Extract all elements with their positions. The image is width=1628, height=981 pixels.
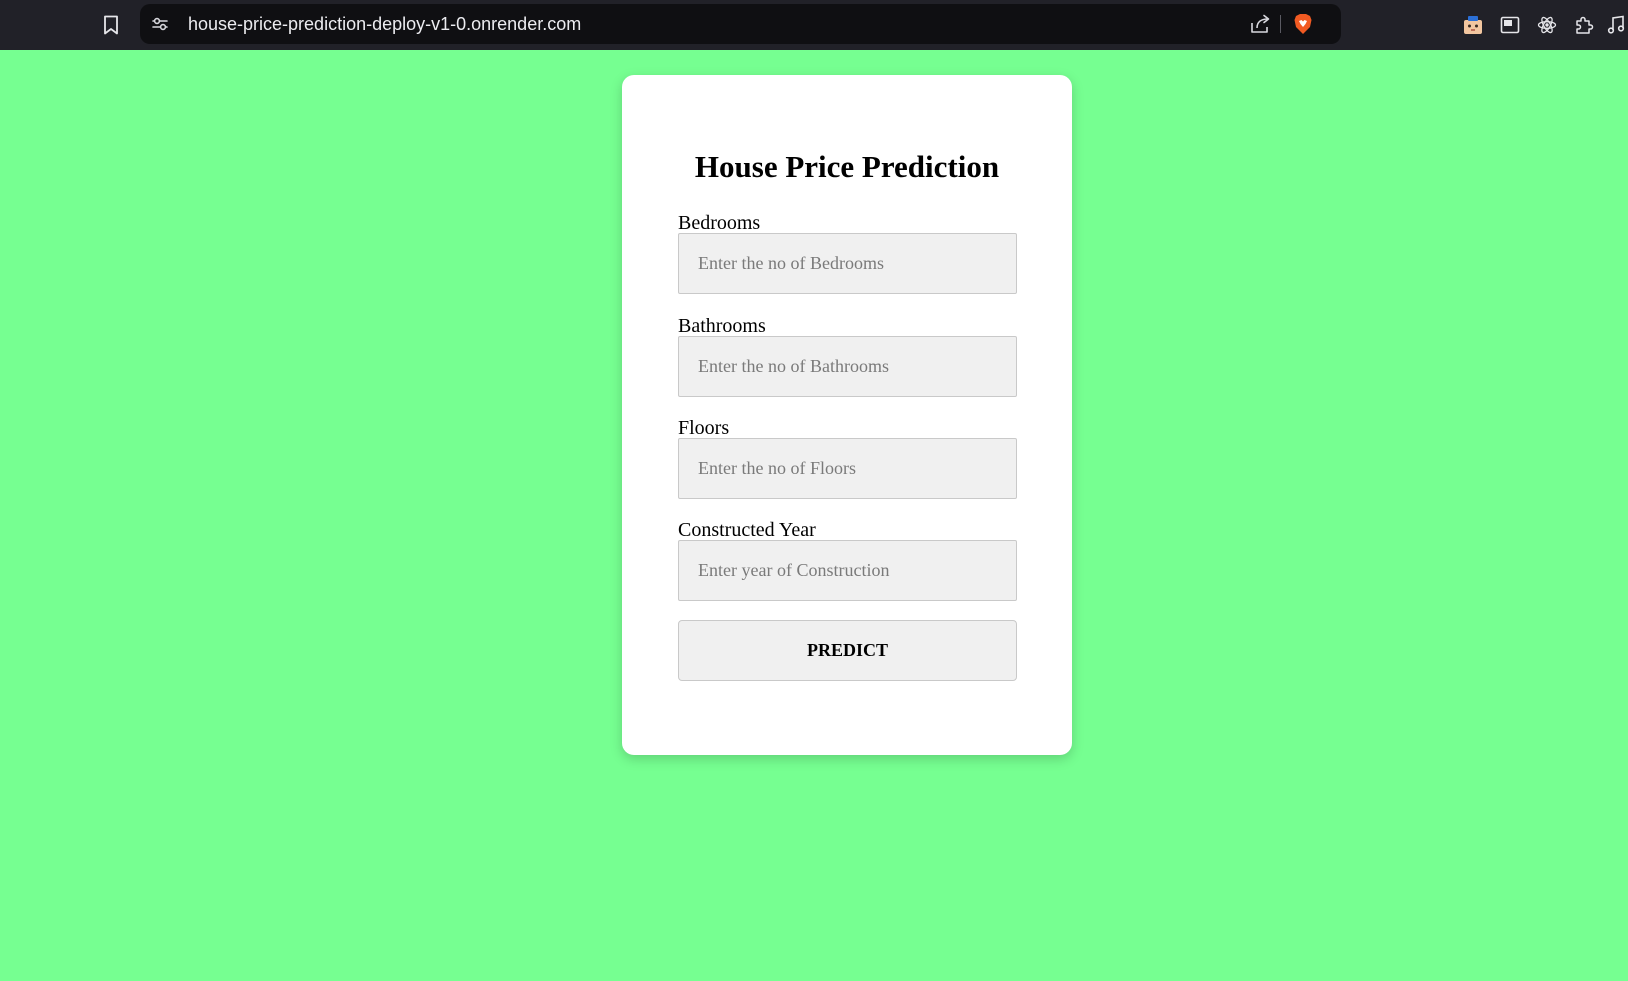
- bathrooms-label: Bathrooms: [678, 315, 766, 337]
- wallet-extension-icon[interactable]: [1460, 12, 1486, 38]
- music-icon[interactable]: [1606, 12, 1628, 38]
- site-settings-icon[interactable]: [150, 14, 170, 34]
- url-text[interactable]: house-price-prediction-deploy-v1-0.onren…: [188, 4, 581, 44]
- predict-button[interactable]: PREDICT: [678, 620, 1017, 681]
- floors-label: Floors: [678, 417, 730, 439]
- bathrooms-input[interactable]: [678, 336, 1017, 397]
- brave-shields-icon[interactable]: [1290, 11, 1316, 37]
- react-devtools-icon[interactable]: [1534, 12, 1560, 38]
- prediction-form-card: House Price Prediction Bedrooms Bathroom…: [622, 75, 1072, 755]
- browser-toolbar: house-price-prediction-deploy-v1-0.onren…: [0, 0, 1628, 50]
- picture-in-picture-icon[interactable]: [1497, 12, 1523, 38]
- bedrooms-input[interactable]: [678, 233, 1017, 294]
- constructed-year-label: Constructed Year: [678, 519, 816, 541]
- bookmark-icon[interactable]: [98, 12, 124, 38]
- puzzle-extensions-icon[interactable]: [1571, 12, 1597, 38]
- address-bar-divider: [1280, 15, 1281, 33]
- page-title: House Price Prediction: [694, 149, 1000, 184]
- bedrooms-label: Bedrooms: [678, 212, 761, 234]
- constructed-year-input[interactable]: [678, 540, 1017, 601]
- share-icon[interactable]: [1248, 12, 1272, 36]
- address-bar[interactable]: house-price-prediction-deploy-v1-0.onren…: [140, 4, 1341, 44]
- floors-input[interactable]: [678, 438, 1017, 499]
